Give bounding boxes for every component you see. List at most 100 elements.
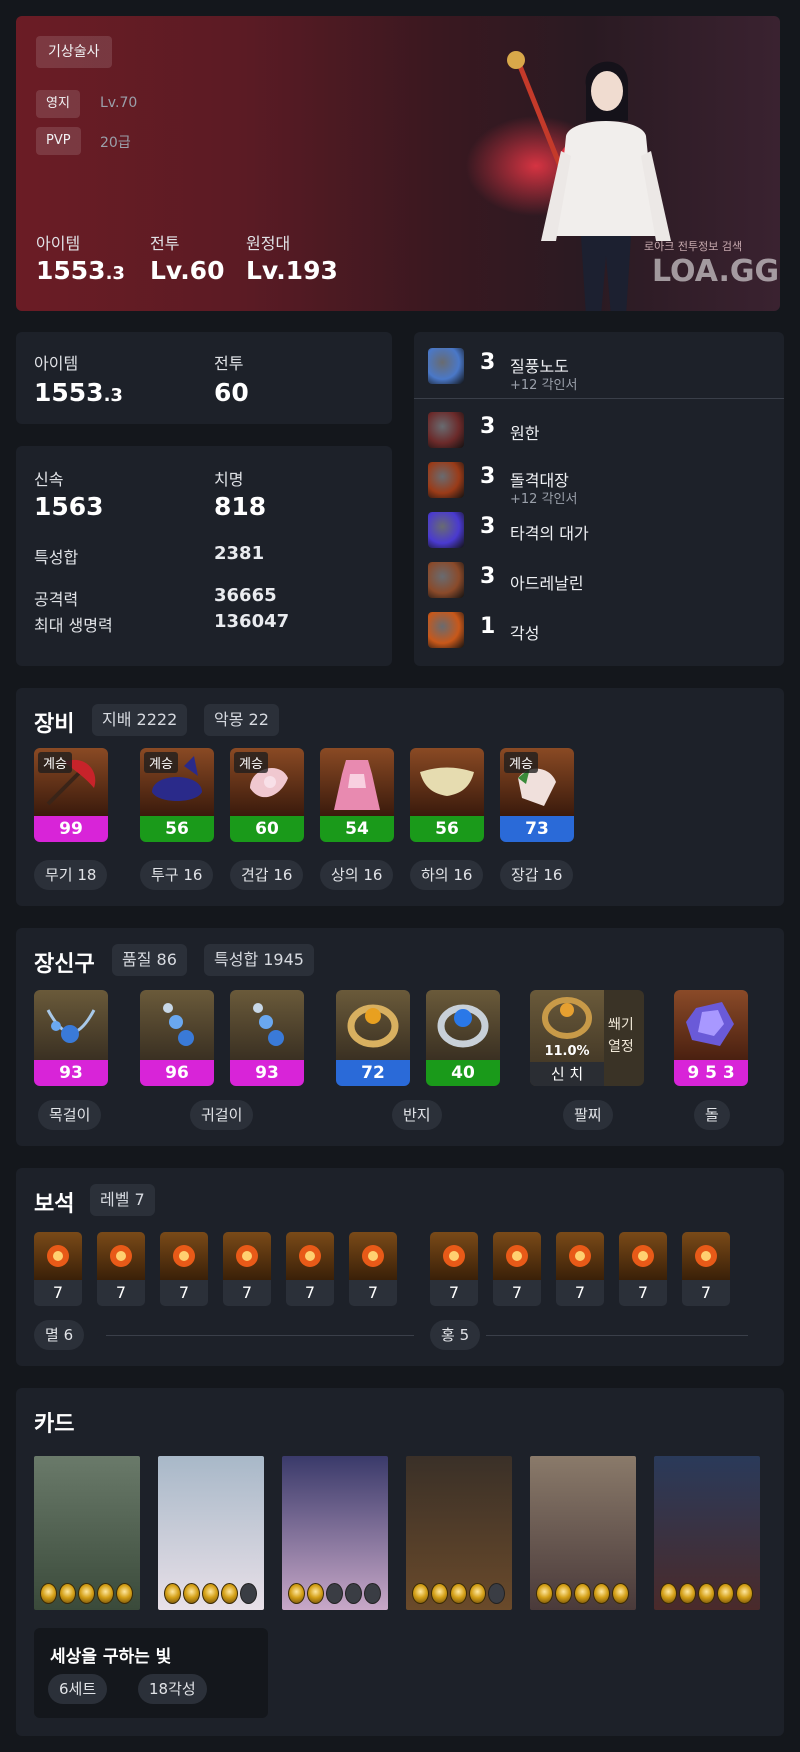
awakening-orb [326, 1583, 343, 1604]
awakening-orb [183, 1583, 200, 1604]
rage-figure-icon [428, 562, 464, 598]
warrior-card[interactable] [406, 1456, 512, 1610]
ring-gold-icon [336, 990, 410, 1060]
gem-item[interactable]: 7 [160, 1232, 208, 1306]
accessory-item[interactable]: 40 [426, 990, 500, 1086]
awakening-orbs [412, 1583, 505, 1604]
expedition-level-value: Lv.193 [246, 256, 338, 285]
gems-annihilation-count: 멸 6 [34, 1320, 85, 1350]
awakening-orb [345, 1583, 362, 1604]
equipment-slot-label: 투구 16 [140, 860, 214, 890]
accessories-tag-total: 특성합 1945 [204, 944, 314, 976]
equipment-item[interactable]: 계승 56 [140, 748, 214, 842]
awakening-orb [221, 1583, 238, 1604]
awakening-orbs [660, 1583, 753, 1604]
accessories-tag-quality: 품질 86 [112, 944, 187, 976]
equipment-slot-label: 상의 16 [320, 860, 394, 890]
engraving-row[interactable]: 3 돌격대장 +12 각인서 [414, 462, 784, 507]
quality-value: 96 [140, 1060, 214, 1086]
awakening-orb [717, 1583, 734, 1604]
quality-value: 72 [336, 1060, 410, 1086]
equipment-item[interactable]: 54 [320, 748, 394, 842]
equipment-title: 장비 [34, 712, 75, 737]
wind-swirl-icon [428, 348, 464, 384]
awakening-orb [736, 1583, 753, 1604]
engraving-row[interactable]: 3 원한 [414, 412, 784, 452]
awakening-orb [698, 1583, 715, 1604]
item-level-label: 아이템 [36, 234, 81, 253]
gem-level: 7 [241, 1283, 253, 1302]
gem-icon [286, 1232, 334, 1280]
accessory-item[interactable]: 72 [336, 990, 410, 1086]
awakening-orb [574, 1583, 591, 1604]
gems-left-line [106, 1335, 414, 1336]
gem-item[interactable]: 7 [619, 1232, 667, 1306]
gem-item[interactable]: 7 [556, 1232, 604, 1306]
elf-card[interactable] [34, 1456, 140, 1610]
quality-value: 99 [34, 816, 108, 842]
engraving-level: 3 [480, 514, 496, 539]
gem-icon [160, 1232, 208, 1280]
gem-item[interactable]: 7 [97, 1232, 145, 1306]
awakening-orb [660, 1583, 677, 1604]
equipment-item[interactable]: 계승 73 [500, 748, 574, 842]
equipment-item[interactable]: 계승 60 [230, 748, 304, 842]
gem-level: 7 [700, 1283, 712, 1302]
gem-level: 7 [367, 1283, 379, 1302]
card-awaken-total: 18각성 [138, 1674, 207, 1704]
gems-right-line [486, 1335, 748, 1336]
awakening-orb [431, 1583, 448, 1604]
combat-level-label: 전투 [214, 354, 244, 373]
crit-label: 치명 [214, 470, 244, 489]
speed-value: 1563 [34, 492, 104, 521]
gem-item[interactable]: 7 [223, 1232, 271, 1306]
gems-crimson-count: 홍 5 [430, 1320, 481, 1350]
gem-level: 7 [52, 1283, 64, 1302]
awakening-orbs [164, 1583, 257, 1604]
inheritance-badge: 계승 [144, 752, 178, 773]
gem-item[interactable]: 7 [349, 1232, 397, 1306]
gems-level-tag: 레벨 7 [90, 1184, 155, 1216]
accessory-item[interactable]: 96 [140, 990, 214, 1086]
accessory-item[interactable]: 93 [230, 990, 304, 1086]
angel-card[interactable] [158, 1456, 264, 1610]
gem-item[interactable]: 7 [682, 1232, 730, 1306]
gem-icon [223, 1232, 271, 1280]
gem-icon [493, 1232, 541, 1280]
gem-item[interactable]: 7 [34, 1232, 82, 1306]
watermark-logo: LOA.GG [652, 254, 780, 289]
engraving-level: 1 [480, 614, 496, 639]
lightning-strike-icon [428, 512, 464, 548]
awakening-orbs [40, 1583, 133, 1604]
total-stat-value: 2381 [214, 543, 265, 564]
engraving-row[interactable]: 3 타격의 대가 [414, 512, 784, 552]
hero-card[interactable] [654, 1456, 760, 1610]
label-necklace: 목걸이 [38, 1100, 102, 1130]
watermark-subtitle: 로아크 전투정보 검색 [644, 240, 743, 253]
twin-card[interactable] [282, 1456, 388, 1610]
bracelet-stat: 신 치 [530, 1062, 604, 1086]
awakening-orb [288, 1583, 305, 1604]
awakening-orb [164, 1583, 181, 1604]
gem-item[interactable]: 7 [286, 1232, 334, 1306]
equipment-slot-label: 하의 16 [410, 860, 484, 890]
gem-item[interactable]: 7 [493, 1232, 541, 1306]
quality-value: 93 [230, 1060, 304, 1086]
card-set-box: 세상을 구하는 빛 6세트 18각성 [34, 1628, 268, 1718]
equipment-tag-nightmare: 악몽 22 [204, 704, 279, 736]
accessory-item[interactable]: 93 [34, 990, 108, 1086]
equipment-item[interactable]: 계승 99 [34, 748, 108, 842]
engraving-row[interactable]: 3 질풍노도 +12 각인서 [414, 348, 784, 393]
engraving-row[interactable]: 3 아드레날린 [414, 562, 784, 602]
gem-level: 7 [304, 1283, 316, 1302]
engraving-row[interactable]: 1 각성 [414, 612, 784, 652]
knight-card[interactable] [530, 1456, 636, 1610]
awakening-orb [78, 1583, 95, 1604]
ability-stone-item[interactable]: 9 5 3 [674, 990, 748, 1086]
gem-item[interactable]: 7 [430, 1232, 478, 1306]
gem-level: 7 [637, 1283, 649, 1302]
bracelet-item[interactable]: 11.0% 신 치 쐐기 열정 [530, 990, 644, 1086]
equipment-item[interactable]: 56 [410, 748, 484, 842]
awakening-orb [536, 1583, 553, 1604]
gem-level: 7 [574, 1283, 586, 1302]
